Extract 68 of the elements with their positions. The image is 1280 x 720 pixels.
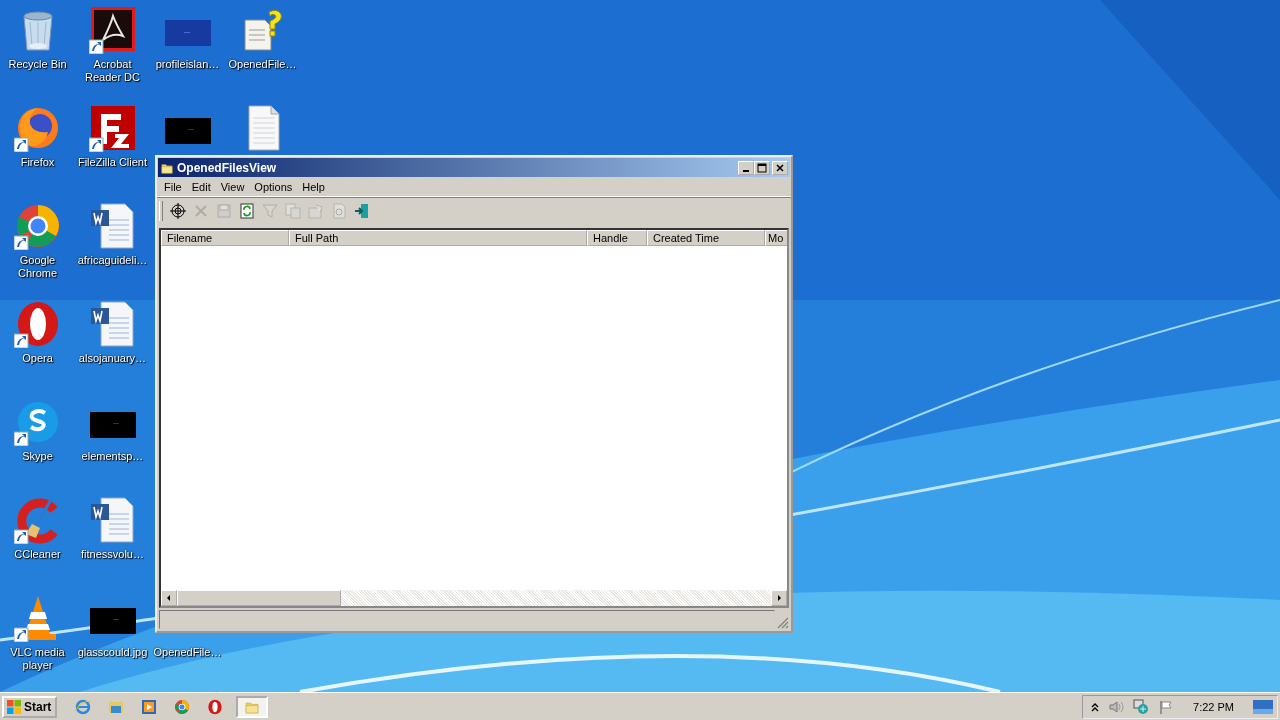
filter-icon	[261, 203, 278, 219]
show-desktop-icon[interactable]	[1253, 699, 1273, 714]
word-document-icon[interactable]	[88, 300, 137, 348]
resize-grip-icon[interactable]	[777, 617, 789, 629]
clock[interactable]: 7:22 PM	[1183, 700, 1244, 713]
icon-label[interactable]: Skype	[22, 450, 53, 463]
icon-label[interactable]: Opera	[22, 352, 53, 365]
maximize-icon	[757, 162, 767, 173]
icon-label[interactable]: Acrobat Reader DC	[75, 58, 150, 84]
four-squares-icon	[6, 698, 22, 715]
menu-item[interactable]: File	[159, 181, 187, 193]
acrobat-icon[interactable]	[88, 6, 137, 54]
icon-label[interactable]: profileislan…	[155, 58, 220, 71]
icon-label[interactable]: FileZilla Client	[77, 156, 148, 169]
icon-label[interactable]: glasscould.jpg	[77, 646, 148, 659]
maximize-button[interactable]	[754, 160, 770, 175]
word-document-icon[interactable]	[88, 202, 137, 250]
icon-label[interactable]: OpenedFile…	[228, 58, 297, 71]
chevron-up-icon[interactable]	[1091, 701, 1100, 712]
menu-item[interactable]: Help	[297, 181, 330, 193]
menu-item[interactable]: View	[215, 181, 250, 193]
right-arrow-icon	[775, 594, 783, 602]
icon-label[interactable]: fitnessvolu…	[81, 548, 144, 561]
column-header[interactable]: Filename	[161, 230, 289, 246]
start-button[interactable]: Start	[2, 695, 58, 718]
refresh-icon	[238, 203, 255, 219]
icon-label[interactable]: Google Chrome	[0, 254, 75, 280]
column-header[interactable]: Full Path	[289, 230, 587, 246]
icon-label[interactable]: Recycle Bin	[8, 58, 67, 71]
window-title: OpenedFilesView	[177, 160, 278, 175]
close-icon	[775, 162, 785, 173]
opera-icon	[207, 698, 224, 715]
network-icon[interactable]	[1133, 698, 1150, 715]
icon-label[interactable]: alsojanuary…	[78, 352, 147, 365]
icon-label[interactable]: africaguideli…	[77, 254, 148, 267]
icon-label[interactable]: elementsp…	[81, 450, 144, 463]
column-header[interactable]: Handle	[587, 230, 647, 246]
scroll-thumb[interactable]	[177, 590, 341, 606]
scroll-right-button[interactable]	[771, 590, 787, 606]
minimize-icon	[743, 169, 749, 172]
play-icon	[141, 698, 158, 715]
icon-label[interactable]: CCleaner	[14, 548, 61, 561]
flag-icon[interactable]	[1158, 698, 1175, 715]
save-icon	[215, 203, 232, 219]
report-icon	[330, 203, 347, 219]
internet-explorer-icon	[75, 698, 92, 715]
word-document-icon[interactable]	[88, 496, 137, 544]
menu-item[interactable]: Edit	[186, 181, 216, 193]
target-icon	[169, 203, 186, 219]
close-button[interactable]	[772, 160, 788, 175]
left-arrow-icon	[165, 594, 173, 602]
copy-icon	[284, 203, 301, 219]
minimize-button[interactable]	[738, 160, 754, 175]
horizontal-scrollbar[interactable]	[161, 590, 787, 606]
menu-item[interactable]: Options	[249, 181, 298, 193]
icon-label[interactable]: OpenedFile…	[153, 646, 222, 659]
properties-icon	[307, 203, 324, 219]
exit-icon	[353, 203, 370, 219]
delete-icon	[192, 203, 209, 219]
chrome-icon[interactable]	[13, 202, 62, 250]
column-header[interactable]: Created Time	[647, 230, 765, 246]
column-header[interactable]: Mo	[765, 230, 787, 246]
taskbar-button[interactable]	[236, 695, 269, 718]
chrome-icon	[174, 698, 191, 715]
filezilla-icon[interactable]	[88, 104, 137, 152]
scroll-left-button[interactable]	[161, 590, 177, 606]
icon-label[interactable]: Firefox	[20, 156, 55, 169]
icon-label[interactable]: VLC media player	[0, 646, 75, 672]
